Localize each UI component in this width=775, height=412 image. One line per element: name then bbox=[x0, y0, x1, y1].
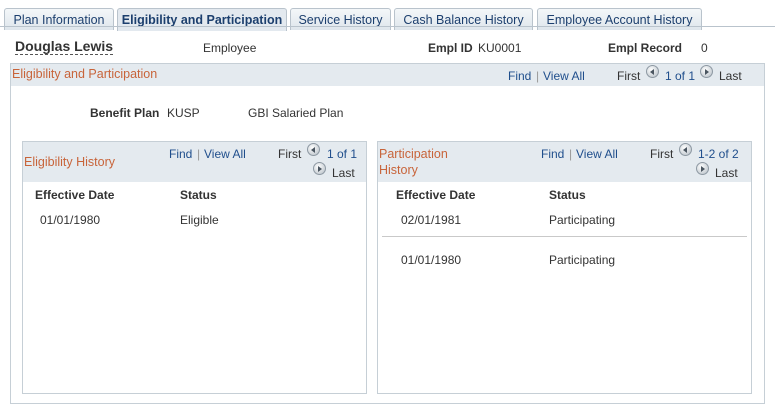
benefit-plan-description: GBI Salaried Plan bbox=[248, 106, 344, 120]
empl-id-value: KU0001 bbox=[478, 41, 522, 55]
participation-history-grid bbox=[377, 141, 752, 394]
next-icon[interactable] bbox=[696, 162, 709, 175]
tab-eligibility-and-participation[interactable]: Eligibility and Participation bbox=[117, 8, 287, 31]
table-row-status: Participating bbox=[549, 213, 616, 227]
employee-name: Douglas Lewis bbox=[15, 38, 114, 55]
empl-record-label: Empl Record bbox=[608, 41, 683, 55]
previous-icon[interactable] bbox=[307, 143, 320, 156]
find-link[interactable]: Find bbox=[508, 69, 531, 83]
last-label: Last bbox=[719, 69, 742, 83]
empl-id-label: Empl ID bbox=[428, 41, 473, 55]
previous-icon[interactable] bbox=[679, 143, 692, 156]
next-icon[interactable] bbox=[313, 162, 326, 175]
first-label: First bbox=[278, 147, 302, 161]
first-label: First bbox=[617, 69, 641, 83]
last-label: Last bbox=[332, 166, 355, 180]
column-header-status: Status bbox=[549, 188, 586, 202]
separator: | bbox=[569, 147, 573, 161]
tab-bar: Plan Information Eligibility and Partici… bbox=[0, 4, 775, 31]
column-header-effective-date: Effective Date bbox=[35, 188, 115, 202]
first-label: First bbox=[650, 147, 674, 161]
benefit-plan-code: KUSP bbox=[167, 106, 200, 120]
row-count: 1-2 of 2 bbox=[698, 147, 739, 161]
eligibility-history-title: Eligibility History bbox=[24, 155, 115, 169]
table-row-date: 01/01/1980 bbox=[401, 253, 462, 267]
find-link[interactable]: Find bbox=[169, 147, 192, 161]
separator: | bbox=[536, 69, 540, 83]
previous-icon[interactable] bbox=[646, 65, 659, 78]
group-title: Eligibility and Participation bbox=[12, 67, 158, 81]
tab-bar-divider bbox=[0, 26, 775, 27]
empl-record-value: 0 bbox=[701, 41, 708, 55]
eligibility-history-grid bbox=[22, 141, 367, 394]
separator: | bbox=[197, 147, 201, 161]
table-row-status: Participating bbox=[549, 253, 616, 267]
view-all-link[interactable]: View All bbox=[204, 147, 246, 161]
benefit-plan-label: Benefit Plan bbox=[90, 106, 160, 120]
column-header-status: Status bbox=[180, 188, 217, 202]
table-row-date: 01/01/1980 bbox=[40, 213, 101, 227]
last-label: Last bbox=[715, 166, 738, 180]
table-row-date: 02/01/1981 bbox=[401, 213, 462, 227]
row-count: 1 of 1 bbox=[665, 69, 696, 83]
view-all-link[interactable]: View All bbox=[576, 147, 618, 161]
table-row-status: Eligible bbox=[180, 213, 219, 227]
next-icon[interactable] bbox=[700, 65, 713, 78]
find-link[interactable]: Find bbox=[541, 147, 564, 161]
row-count: 1 of 1 bbox=[327, 147, 358, 161]
participation-history-title-line2: History bbox=[379, 163, 418, 177]
employee-type: Employee bbox=[203, 41, 257, 55]
participation-history-title-line1: Participation bbox=[379, 147, 448, 161]
column-header-effective-date: Effective Date bbox=[396, 188, 476, 202]
view-all-link[interactable]: View All bbox=[543, 69, 585, 83]
row-divider bbox=[382, 236, 747, 237]
